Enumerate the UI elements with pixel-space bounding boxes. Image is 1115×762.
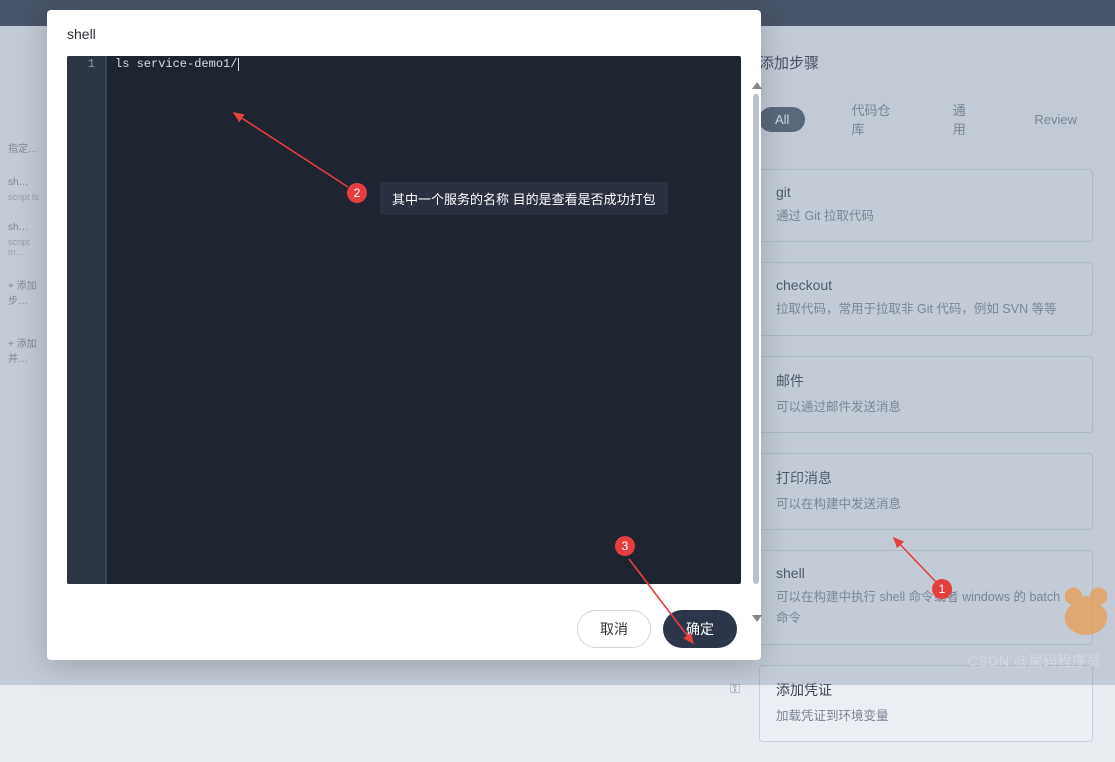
panel-title: 添加步骤	[759, 52, 1093, 73]
tab-all[interactable]: All	[759, 107, 805, 132]
step-desc: 通过 Git 拉取代码	[776, 206, 1076, 227]
step-card-checkout[interactable]: ⎙ checkout 拉取代码，常用于拉取非 Git 代码，例如 SVN 等等	[759, 262, 1093, 335]
step-title: 添加凭证	[776, 680, 1076, 700]
scroll-thumb[interactable]	[753, 94, 759, 584]
code-line[interactable]: ls service-demo1/	[107, 56, 741, 584]
left-sidebar: 指定… sh… script ls sh… script m… + 添加步… +…	[8, 140, 48, 393]
tab-review[interactable]: Review	[1018, 107, 1093, 132]
annotation-tip-2: 其中一个服务的名称 目的是查看是否成功打包	[380, 182, 668, 215]
add-stage-link[interactable]: + 添加并…	[8, 335, 48, 365]
annotation-badge-1: 1	[932, 579, 952, 599]
add-step-link[interactable]: + 添加步…	[8, 277, 48, 307]
left-item[interactable]: 指定…	[8, 140, 48, 155]
step-card-git[interactable]: ⎘ git 通过 Git 拉取代码	[759, 169, 1093, 242]
step-title: git	[776, 184, 1076, 200]
watermark: CSDN @屎码程序员	[968, 651, 1101, 671]
step-title: 打印消息	[776, 468, 1076, 488]
cancel-button[interactable]: 取消	[577, 610, 651, 648]
step-desc: 可以通过邮件发送消息	[776, 397, 1076, 418]
step-card-print[interactable]: 🖶 打印消息 可以在构建中发送消息	[759, 453, 1093, 530]
annotation-badge-2: 2	[347, 183, 367, 203]
step-card-credentials[interactable]: ⚿ 添加凭证 加载凭证到环境变量	[759, 665, 1093, 742]
shell-modal: shell 1 ls service-demo1/ 取消 确定	[47, 10, 761, 660]
annotation-badge-3: 3	[615, 536, 635, 556]
tab-general[interactable]: 通用	[937, 95, 989, 143]
left-item-sub: script m…	[8, 237, 48, 257]
step-desc: 可以在构建中执行 shell 命令或者 windows 的 batch 命令	[776, 587, 1076, 630]
step-desc: 可以在构建中发送消息	[776, 494, 1076, 515]
left-item[interactable]: sh…	[8, 177, 48, 188]
tab-repo[interactable]: 代码仓库	[835, 95, 906, 143]
step-title: shell	[776, 565, 1076, 581]
step-desc: 加载凭证到环境变量	[776, 706, 1076, 727]
step-title: checkout	[776, 277, 1076, 293]
modal-scrollbar[interactable]	[751, 82, 759, 622]
key-icon: ⚿	[724, 678, 746, 700]
ok-button[interactable]: 确定	[663, 610, 737, 648]
step-tabs: All 代码仓库 通用 Review	[759, 95, 1093, 143]
step-card-mail[interactable]: ✉ 邮件 可以通过邮件发送消息	[759, 356, 1093, 433]
step-desc: 拉取代码，常用于拉取非 Git 代码，例如 SVN 等等	[776, 299, 1076, 320]
step-title: 邮件	[776, 371, 1076, 391]
left-item[interactable]: sh…	[8, 222, 48, 233]
mascot-icon	[1057, 569, 1115, 637]
scroll-up-icon[interactable]	[752, 82, 762, 89]
scroll-down-icon[interactable]	[752, 615, 762, 622]
modal-title: shell	[47, 10, 761, 56]
step-card-shell[interactable]: ▤ shell 可以在构建中执行 shell 命令或者 windows 的 ba…	[759, 550, 1093, 645]
left-item-sub: script ls	[8, 192, 48, 202]
code-editor[interactable]: 1 ls service-demo1/	[67, 56, 741, 584]
line-gutter: 1	[67, 56, 107, 584]
